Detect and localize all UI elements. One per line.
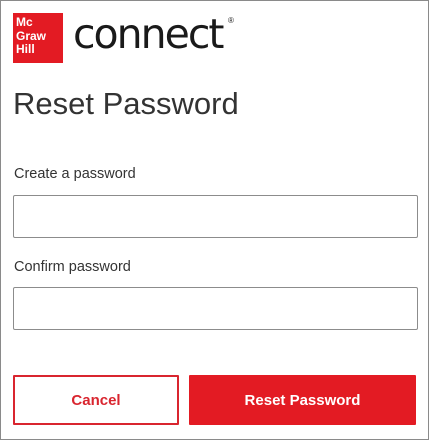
confirm-password-field[interactable]	[13, 287, 418, 330]
page-title: Reset Password	[13, 86, 239, 121]
create-password-label: Create a password	[14, 166, 136, 182]
connect-wordmark: connect	[73, 10, 224, 58]
logo-line-2: Graw	[16, 28, 47, 43]
mcgraw-hill-logo: Mc Graw Hill	[13, 13, 63, 63]
logo-line-1: Mc	[16, 15, 33, 29]
reset-password-dialog: Mc Graw Hill connect ® Reset Password Cr…	[0, 0, 429, 440]
cancel-button[interactable]: Cancel	[13, 375, 179, 425]
logo-line-3: Hill	[16, 42, 35, 56]
reset-password-button[interactable]: Reset Password	[189, 375, 416, 425]
registered-mark: ®	[228, 16, 234, 25]
confirm-password-label: Confirm password	[14, 259, 131, 275]
create-password-field[interactable]	[13, 195, 418, 238]
